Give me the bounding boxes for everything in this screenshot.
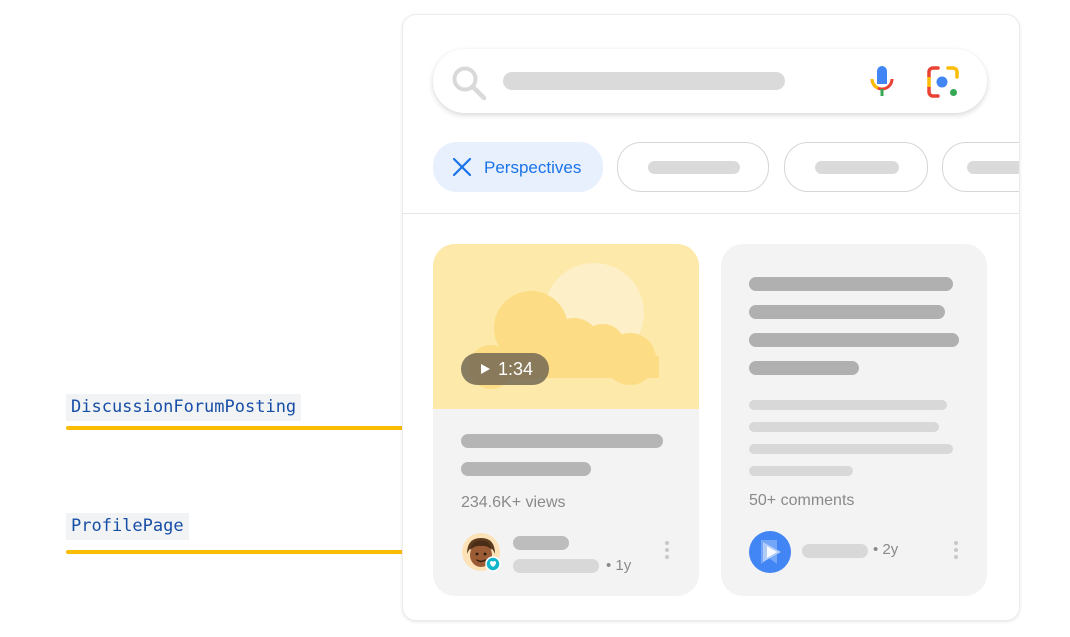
forum-snippet-line-2	[749, 422, 939, 432]
forum-result-card[interactable]: 50+ comments • 2y	[721, 244, 987, 596]
discussion-forum-posting-label: DiscussionForumPosting	[66, 394, 302, 421]
chip-perspectives[interactable]: Perspectives	[433, 142, 603, 192]
video-result-card[interactable]: 1:34 234.6K+ views • 1y	[433, 244, 699, 596]
forum-author-placeholder	[802, 544, 868, 558]
forum-title-line-2	[749, 305, 945, 319]
search-results-frame: Perspectives 1:34 234.6K+ views • 1y 50+…	[402, 14, 1020, 621]
filter-chips: Perspectives	[433, 142, 1019, 192]
video-age: • 1y	[606, 557, 632, 574]
search-icon[interactable]	[451, 65, 487, 101]
video-thumbnail[interactable]: 1:34	[433, 244, 699, 409]
forum-comments: 50+ comments	[749, 492, 855, 509]
video-card-more-icon[interactable]	[664, 541, 670, 561]
forum-card-more-icon[interactable]	[953, 541, 959, 561]
mic-icon[interactable]	[867, 64, 897, 98]
chip-perspectives-label: Perspectives	[484, 158, 582, 177]
forum-snippet-line-4	[749, 466, 853, 476]
forum-title-line-1	[749, 277, 953, 291]
forum-snippet-line-1	[749, 400, 947, 410]
results-divider	[403, 213, 1019, 214]
search-bar[interactable]	[433, 49, 987, 113]
forum-site-logo[interactable]	[749, 531, 791, 573]
close-icon[interactable]	[452, 157, 472, 177]
forum-age: • 2y	[873, 541, 899, 558]
forum-title-line-4	[749, 361, 859, 375]
video-views: 234.6K+ views	[461, 494, 566, 511]
chip-placeholder-2[interactable]	[784, 142, 928, 192]
search-input-placeholder[interactable]	[503, 72, 785, 90]
play-icon	[481, 364, 490, 374]
chip-placeholder-1[interactable]	[617, 142, 769, 192]
chip-placeholder-3[interactable]	[942, 142, 1019, 192]
creator-handle-placeholder	[513, 559, 599, 573]
lens-icon[interactable]	[926, 65, 960, 99]
creator-avatar[interactable]	[461, 532, 501, 572]
video-duration: 1:34	[498, 359, 534, 379]
video-title-line-2	[461, 462, 591, 476]
creator-name-placeholder	[513, 536, 569, 550]
forum-snippet-line-3	[749, 444, 953, 454]
forum-title-line-3	[749, 333, 959, 347]
video-title-line-1	[461, 434, 663, 448]
video-duration-badge: 1:34	[461, 353, 549, 385]
profile-page-label: ProfilePage	[66, 513, 189, 540]
